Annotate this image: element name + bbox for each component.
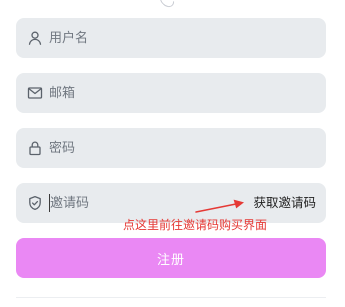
email-field[interactable] bbox=[16, 73, 326, 113]
top-decoration bbox=[157, 0, 177, 10]
annotation-text: 点这里前往邀请码购买界面 bbox=[123, 218, 268, 232]
mail-icon bbox=[27, 85, 43, 101]
register-page: 获取邀请码 点这里前往邀请码购买界面 注册 bbox=[0, 0, 345, 307]
username-field[interactable] bbox=[16, 18, 326, 58]
username-input[interactable] bbox=[49, 18, 249, 58]
password-input[interactable] bbox=[49, 128, 249, 168]
password-field[interactable] bbox=[16, 128, 326, 168]
email-input[interactable] bbox=[49, 73, 249, 113]
lock-icon bbox=[27, 140, 43, 156]
shield-check-icon bbox=[27, 195, 43, 211]
register-button[interactable]: 注册 bbox=[16, 238, 326, 278]
user-icon bbox=[27, 30, 43, 46]
invite-code-input[interactable] bbox=[49, 194, 200, 212]
bottom-divider bbox=[16, 297, 326, 298]
